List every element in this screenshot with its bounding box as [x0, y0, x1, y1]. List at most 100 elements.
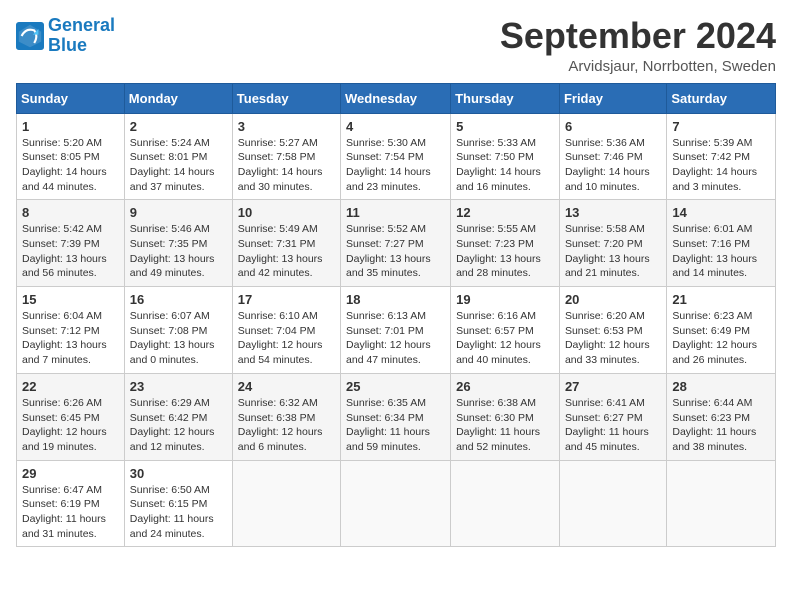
day-info: Sunrise: 6:20 AMSunset: 6:53 PMDaylight:… [565, 309, 661, 368]
table-row: 12Sunrise: 5:55 AMSunset: 7:23 PMDayligh… [451, 200, 560, 287]
day-info: Sunrise: 6:01 AMSunset: 7:16 PMDaylight:… [672, 222, 770, 281]
day-info: Sunrise: 5:46 AMSunset: 7:35 PMDaylight:… [130, 222, 227, 281]
day-number: 8 [22, 205, 119, 220]
page-header: GeneralBlue September 2024 Arvidsjaur, N… [16, 16, 776, 75]
calendar-header-row: Sunday Monday Tuesday Wednesday Thursday… [17, 83, 776, 113]
day-number: 11 [346, 205, 445, 220]
title-area: September 2024 Arvidsjaur, Norrbotten, S… [500, 16, 776, 75]
day-info: Sunrise: 5:49 AMSunset: 7:31 PMDaylight:… [238, 222, 335, 281]
day-info: Sunrise: 5:42 AMSunset: 7:39 PMDaylight:… [22, 222, 119, 281]
day-number: 6 [565, 119, 661, 134]
table-row: 19Sunrise: 6:16 AMSunset: 6:57 PMDayligh… [451, 287, 560, 374]
day-info: Sunrise: 5:55 AMSunset: 7:23 PMDaylight:… [456, 222, 554, 281]
day-number: 13 [565, 205, 661, 220]
day-number: 16 [130, 292, 227, 307]
day-info: Sunrise: 6:07 AMSunset: 7:08 PMDaylight:… [130, 309, 227, 368]
day-info: Sunrise: 6:23 AMSunset: 6:49 PMDaylight:… [672, 309, 770, 368]
table-row: 27 Sunrise: 6:41 AMSunset: 6:27 PMDayligh… [559, 373, 666, 460]
table-row: 16 Sunrise: 6:07 AMSunset: 7:08 PMDayligh… [124, 287, 232, 374]
day-info: Sunrise: 5:30 AMSunset: 7:54 PMDaylight:… [346, 136, 445, 195]
day-number: 19 [456, 292, 554, 307]
day-info: Sunrise: 6:38 AMSunset: 6:30 PMDaylight:… [456, 396, 554, 455]
table-row: 7 Sunrise: 5:39 AMSunset: 7:42 PMDaylight… [667, 113, 776, 200]
table-row: 20 Sunrise: 6:20 AMSunset: 6:53 PMDayligh… [559, 287, 666, 374]
day-info: Sunrise: 6:29 AMSunset: 6:42 PMDaylight:… [130, 396, 227, 455]
day-info: Sunrise: 6:13 AMSunset: 7:01 PMDaylight:… [346, 309, 445, 368]
day-number: 25 [346, 379, 445, 394]
day-number: 4 [346, 119, 445, 134]
table-row: 23 Sunrise: 6:29 AMSunset: 6:42 PMDayligh… [124, 373, 232, 460]
table-row: 30 Sunrise: 6:50 AMSunset: 6:15 PMDayligh… [124, 460, 232, 547]
day-number: 24 [238, 379, 335, 394]
day-info: Sunrise: 5:52 AMSunset: 7:27 PMDaylight:… [346, 222, 445, 281]
month-title: September 2024 [500, 16, 776, 56]
day-number: 30 [130, 466, 227, 481]
table-row: 6 Sunrise: 5:36 AMSunset: 7:46 PMDaylight… [559, 113, 666, 200]
table-row: 8 Sunrise: 5:42 AMSunset: 7:39 PMDaylight… [17, 200, 125, 287]
day-number: 17 [238, 292, 335, 307]
table-row: 1Sunrise: 5:20 AMSunset: 8:05 PMDaylight… [17, 113, 125, 200]
day-number: 20 [565, 292, 661, 307]
day-info: Sunrise: 5:58 AMSunset: 7:20 PMDaylight:… [565, 222, 661, 281]
day-info: Sunrise: 6:44 AMSunset: 6:23 PMDaylight:… [672, 396, 770, 455]
logo-area: GeneralBlue [16, 16, 115, 56]
day-number: 2 [130, 119, 227, 134]
day-info: Sunrise: 6:41 AMSunset: 6:27 PMDaylight:… [565, 396, 661, 455]
logo-text: GeneralBlue [48, 16, 115, 56]
day-info: Sunrise: 5:33 AMSunset: 7:50 PMDaylight:… [456, 136, 554, 195]
day-number: 7 [672, 119, 770, 134]
table-row: 4 Sunrise: 5:30 AMSunset: 7:54 PMDaylight… [341, 113, 451, 200]
logo-blue: Blue [48, 35, 87, 55]
logo-general: General [48, 15, 115, 35]
day-number: 23 [130, 379, 227, 394]
day-number: 10 [238, 205, 335, 220]
col-wednesday: Wednesday [341, 83, 451, 113]
table-row: 21 Sunrise: 6:23 AMSunset: 6:49 PMDayligh… [667, 287, 776, 374]
day-number: 27 [565, 379, 661, 394]
day-info: Sunrise: 6:50 AMSunset: 6:15 PMDaylight:… [130, 483, 227, 542]
col-tuesday: Tuesday [232, 83, 340, 113]
table-row: 15 Sunrise: 6:04 AMSunset: 7:12 PMDayligh… [17, 287, 125, 374]
day-info: Sunrise: 6:47 AMSunset: 6:19 PMDaylight:… [22, 483, 119, 542]
day-info: Sunrise: 5:27 AMSunset: 7:58 PMDaylight:… [238, 136, 335, 195]
calendar-week-row: 22Sunrise: 6:26 AMSunset: 6:45 PMDayligh… [17, 373, 776, 460]
calendar-table: Sunday Monday Tuesday Wednesday Thursday… [16, 83, 776, 548]
day-number: 15 [22, 292, 119, 307]
day-info: Sunrise: 6:26 AMSunset: 6:45 PMDaylight:… [22, 396, 119, 455]
day-number: 18 [346, 292, 445, 307]
day-number: 1 [22, 119, 119, 134]
location-title: Arvidsjaur, Norrbotten, Sweden [500, 58, 776, 75]
day-info: Sunrise: 5:36 AMSunset: 7:46 PMDaylight:… [565, 136, 661, 195]
day-number: 5 [456, 119, 554, 134]
table-row: 2Sunrise: 5:24 AMSunset: 8:01 PMDaylight… [124, 113, 232, 200]
table-row [451, 460, 560, 547]
table-row: 24Sunrise: 6:32 AMSunset: 6:38 PMDayligh… [232, 373, 340, 460]
calendar-week-row: 29 Sunrise: 6:47 AMSunset: 6:19 PMDayligh… [17, 460, 776, 547]
table-row: 3 Sunrise: 5:27 AMSunset: 7:58 PMDaylight… [232, 113, 340, 200]
day-number: 9 [130, 205, 227, 220]
table-row: 9 Sunrise: 5:46 AMSunset: 7:35 PMDaylight… [124, 200, 232, 287]
day-info: Sunrise: 6:10 AMSunset: 7:04 PMDaylight:… [238, 309, 335, 368]
table-row: 10 Sunrise: 5:49 AMSunset: 7:31 PMDayligh… [232, 200, 340, 287]
day-info: Sunrise: 5:39 AMSunset: 7:42 PMDaylight:… [672, 136, 770, 195]
col-monday: Monday [124, 83, 232, 113]
table-row [341, 460, 451, 547]
table-row: 26 Sunrise: 6:38 AMSunset: 6:30 PMDayligh… [451, 373, 560, 460]
day-number: 29 [22, 466, 119, 481]
day-number: 3 [238, 119, 335, 134]
calendar-week-row: 15 Sunrise: 6:04 AMSunset: 7:12 PMDayligh… [17, 287, 776, 374]
day-info: Sunrise: 6:04 AMSunset: 7:12 PMDaylight:… [22, 309, 119, 368]
table-row: 5 Sunrise: 5:33 AMSunset: 7:50 PMDaylight… [451, 113, 560, 200]
table-row: 25Sunrise: 6:35 AMSunset: 6:34 PMDayligh… [341, 373, 451, 460]
table-row: 11 Sunrise: 5:52 AMSunset: 7:27 PMDayligh… [341, 200, 451, 287]
table-row: 18 Sunrise: 6:13 AMSunset: 7:01 PMDayligh… [341, 287, 451, 374]
table-row: 13 Sunrise: 5:58 AMSunset: 7:20 PMDayligh… [559, 200, 666, 287]
day-number: 14 [672, 205, 770, 220]
table-row [667, 460, 776, 547]
col-saturday: Saturday [667, 83, 776, 113]
day-number: 26 [456, 379, 554, 394]
col-sunday: Sunday [17, 83, 125, 113]
table-row [232, 460, 340, 547]
day-number: 21 [672, 292, 770, 307]
table-row [559, 460, 666, 547]
